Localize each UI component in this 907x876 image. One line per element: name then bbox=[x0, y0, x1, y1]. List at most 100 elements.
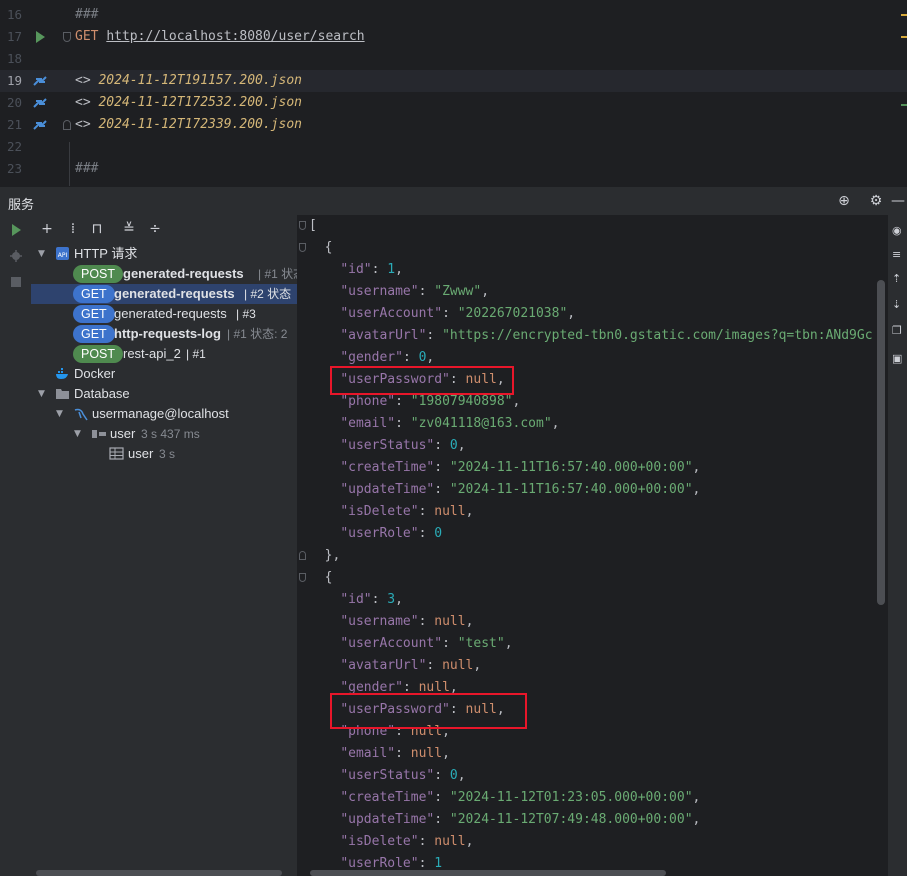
json-value: null bbox=[434, 834, 466, 849]
tree-node-docker[interactable]: Docker bbox=[31, 364, 297, 384]
json-value: "https://encrypted-tbn0.gstatic.com/imag… bbox=[442, 328, 873, 343]
response-file-link[interactable]: <> 2024-11-12T172339.200.json bbox=[75, 114, 302, 136]
json-line: }, bbox=[297, 545, 888, 567]
json-line: { bbox=[297, 237, 888, 259]
json-value: "2024-11-12T07:49:48.000+00:00" bbox=[449, 812, 693, 827]
docker-icon bbox=[56, 368, 68, 379]
warning-stripe-marker[interactable] bbox=[901, 14, 907, 16]
folder-icon bbox=[56, 389, 69, 399]
json-value: "Zwww" bbox=[434, 284, 482, 299]
debug-icon[interactable] bbox=[9, 249, 23, 263]
image-icon[interactable]: ▣ bbox=[892, 353, 906, 365]
compare-responses-icon[interactable] bbox=[32, 73, 48, 89]
request-name: generated-requests bbox=[114, 306, 227, 321]
scroll-to-end-icon[interactable]: ⇣ bbox=[892, 299, 906, 311]
soft-wrap-icon[interactable]: ≡ bbox=[892, 249, 906, 261]
run-icon[interactable] bbox=[9, 223, 23, 237]
request-suffix: | #3 bbox=[236, 307, 256, 321]
gear-icon[interactable]: ⚙ bbox=[868, 193, 884, 209]
response-json-viewer[interactable]: [ { "id": 1, "username": "Zwww", "userAc… bbox=[297, 215, 888, 876]
collapse-all-icon[interactable]: ÷ bbox=[147, 221, 163, 237]
line-number: 19 bbox=[7, 73, 23, 88]
copy-icon[interactable]: ❐ bbox=[892, 325, 906, 337]
add-icon[interactable]: + bbox=[39, 221, 55, 237]
run-request-icon[interactable] bbox=[32, 29, 48, 45]
stop-icon[interactable] bbox=[10, 276, 22, 288]
tree-node-label: Docker bbox=[74, 366, 116, 381]
fold-marker-icon[interactable] bbox=[299, 221, 306, 230]
request-item-selected[interactable]: GET generated-requests | #2 状态 bbox=[31, 284, 297, 304]
fold-marker-icon[interactable] bbox=[63, 32, 71, 42]
crosshair-icon[interactable]: ⊕ bbox=[836, 193, 852, 209]
response-horizontal-scrollbar[interactable] bbox=[310, 870, 666, 876]
http-client-editor[interactable]: 16 ### 17 GET http://localhost:8080/user… bbox=[0, 0, 907, 186]
fold-marker-icon[interactable] bbox=[299, 551, 306, 560]
tree-node-label: user bbox=[128, 446, 154, 461]
highlight-box-userpassword bbox=[330, 693, 527, 729]
chevron-down-icon[interactable]: ▼ bbox=[74, 424, 81, 444]
json-field-username: "username": "Zwww", bbox=[340, 284, 490, 299]
response-file-link[interactable]: <> 2024-11-12T191157.200.json bbox=[75, 70, 302, 92]
eye-icon[interactable]: ◉ bbox=[892, 225, 906, 237]
json-field-avatarurl: "avatarUrl": "https://encrypted-tbn0.gst… bbox=[340, 328, 873, 343]
json-value: "zv041118@163.com" bbox=[410, 416, 552, 431]
chevron-down-icon[interactable]: ▼ bbox=[38, 384, 45, 404]
json-field-isdelete: "isDelete": null, bbox=[340, 834, 474, 849]
editor-line: 22 bbox=[0, 136, 907, 158]
line-number: 20 bbox=[7, 95, 23, 110]
fold-marker-icon[interactable] bbox=[299, 573, 306, 582]
tree-node-table[interactable]: user 3 s bbox=[31, 444, 297, 464]
tree-node-http-requests[interactable]: ▼ API HTTP 请求 bbox=[31, 244, 297, 264]
json-line: [ bbox=[297, 215, 888, 237]
change-stripe-marker[interactable] bbox=[901, 104, 907, 106]
request-item[interactable]: GET http-requests-log | #1 状态: 2 bbox=[31, 324, 297, 344]
request-item[interactable]: POST generated-requests | #1 状态 bbox=[31, 264, 297, 284]
fold-marker-icon[interactable] bbox=[63, 120, 71, 130]
compare-responses-icon[interactable] bbox=[32, 117, 48, 133]
response-file-name[interactable]: 2024-11-12T172532.200.json bbox=[98, 95, 302, 110]
tree-node-label: Database bbox=[74, 386, 130, 401]
json-field-createtime: "createTime": "2024-11-11T16:57:40.000+0… bbox=[340, 460, 701, 475]
editor-line: 20 <> 2024-11-12T172532.200.json bbox=[0, 92, 907, 114]
method-badge: GET bbox=[73, 305, 115, 323]
json-field-userstatus: "userStatus": 0, bbox=[340, 438, 466, 453]
scroll-to-top-icon[interactable]: ⇡ bbox=[892, 273, 906, 285]
response-vertical-scrollbar[interactable] bbox=[877, 280, 885, 605]
tree-horizontal-scrollbar[interactable] bbox=[36, 870, 282, 876]
expand-all-icon[interactable]: ≚ bbox=[121, 221, 137, 237]
session-duration: 3 s 437 ms bbox=[141, 427, 200, 441]
table-duration: 3 s bbox=[159, 447, 176, 461]
minimize-icon[interactable]: — bbox=[890, 193, 906, 209]
chevron-down-icon[interactable]: ▼ bbox=[38, 244, 45, 264]
request-item[interactable]: POST rest-api_2 | #1 bbox=[31, 344, 297, 364]
tree-node-session[interactable]: ▼ user 3 s 437 ms bbox=[31, 424, 297, 444]
json-field-username: "username": null, bbox=[340, 614, 474, 629]
request-name: generated-requests bbox=[123, 266, 244, 281]
tree-node-database[interactable]: ▼ Database bbox=[31, 384, 297, 404]
json-value: 1 bbox=[387, 262, 396, 277]
warning-stripe-marker[interactable] bbox=[901, 36, 907, 38]
json-field-updatetime: "updateTime": "2024-11-11T16:57:40.000+0… bbox=[340, 482, 701, 497]
response-file-name[interactable]: 2024-11-12T191157.200.json bbox=[98, 73, 302, 88]
json-value: null bbox=[410, 746, 443, 761]
json-field-createtime: "createTime": "2024-11-12T01:23:05.000+0… bbox=[340, 790, 701, 805]
svg-text:API: API bbox=[58, 252, 68, 259]
chevron-down-icon[interactable]: ▼ bbox=[56, 404, 63, 424]
new-tab-icon[interactable]: ⊓ bbox=[89, 221, 105, 237]
indent-guide bbox=[69, 142, 70, 186]
compare-responses-icon[interactable] bbox=[32, 95, 48, 111]
response-prefix: <> bbox=[75, 73, 91, 88]
response-file-name[interactable]: 2024-11-12T172339.200.json bbox=[98, 117, 302, 132]
request-item[interactable]: GET generated-requests | #3 bbox=[31, 304, 297, 324]
request-separator: ### bbox=[75, 161, 99, 176]
fold-marker-icon[interactable] bbox=[299, 243, 306, 252]
json-value: "2024-11-11T16:57:40.000+00:00" bbox=[449, 482, 693, 497]
response-file-link[interactable]: <> 2024-11-12T172532.200.json bbox=[75, 92, 302, 114]
json-field-email: "email": null, bbox=[340, 746, 450, 761]
http-method: GET bbox=[75, 29, 99, 44]
group-by-icon[interactable]: ⁞ bbox=[65, 221, 81, 237]
services-tree: + ⁞ ⊓ ≚ ÷ ▼ API HTTP 请求 POST generated-r… bbox=[31, 215, 297, 876]
request-url[interactable]: http://localhost:8080/user/search bbox=[106, 29, 364, 44]
tree-node-datasource[interactable]: ▼ usermanage@localhost bbox=[31, 404, 297, 424]
services-side-toolbar bbox=[0, 215, 32, 876]
